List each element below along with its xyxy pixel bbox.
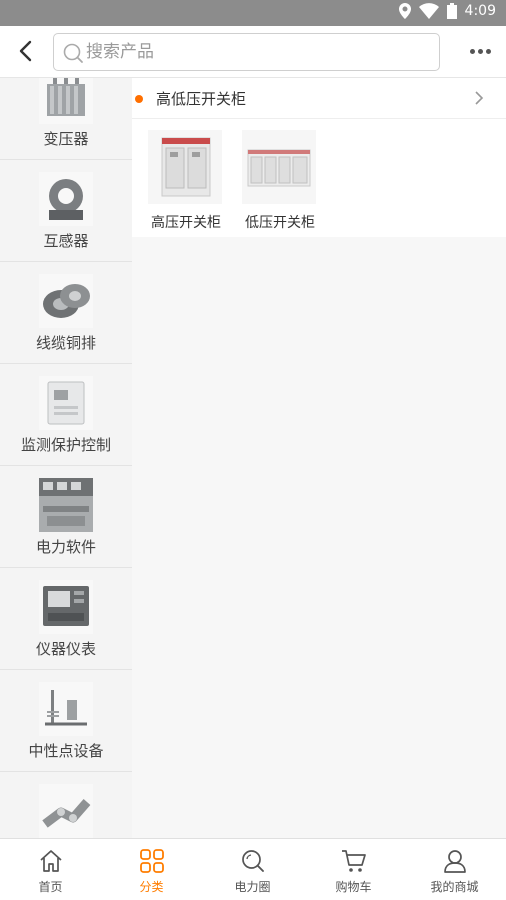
search-icon	[63, 43, 83, 63]
sidebar-item-label: 监测保护控制	[20, 436, 111, 454]
sidebar-item-label: 互感器	[43, 232, 89, 250]
insulator-icon	[39, 682, 93, 736]
subcategory-title: 高低压开关柜	[156, 90, 247, 108]
header-bar	[0, 26, 506, 78]
sidebar-item-label: 变压器	[43, 130, 89, 148]
protection-device-icon	[39, 376, 93, 430]
product-card-low-voltage[interactable]: 低压开关柜	[228, 119, 322, 237]
sidebar-item-label: 仪器仪表	[35, 640, 96, 658]
connector-icon	[39, 784, 93, 838]
user-icon	[444, 850, 466, 873]
tab-power-circle[interactable]: 电力圈	[202, 839, 303, 900]
subcategory-header[interactable]: 高低压开关柜	[132, 78, 506, 119]
meter-instrument-icon	[39, 580, 93, 634]
tab-category[interactable]: 分类	[101, 839, 202, 900]
category-grid-icon	[140, 849, 164, 873]
control-room-icon	[39, 478, 93, 532]
sidebar-item-instruments[interactable]: 仪器仪表	[0, 568, 132, 670]
sidebar-item-monitoring[interactable]: 监测保护控制	[0, 364, 132, 466]
tab-my-mall[interactable]: 我的商城	[404, 839, 505, 900]
tab-label: 首页	[38, 880, 63, 894]
tab-cart[interactable]: 购物车	[303, 839, 404, 900]
sidebar-item-power-software[interactable]: 电力软件	[0, 466, 132, 568]
transformer-icon	[39, 78, 93, 124]
back-button[interactable]	[14, 38, 40, 64]
sidebar-item-more[interactable]	[0, 772, 132, 838]
search-circle-icon	[242, 850, 264, 872]
sidebar-item-cables[interactable]: 线缆铜排	[0, 262, 132, 364]
status-time: 4:09	[464, 3, 496, 19]
more-options-button[interactable]	[470, 41, 492, 61]
search-box[interactable]	[53, 33, 440, 71]
sidebar-item-label: 中性点设备	[28, 742, 104, 760]
tab-home[interactable]: 首页	[0, 839, 101, 900]
bottom-tab-bar: 首页 分类 电力圈 购物车 我的商城	[0, 838, 506, 900]
switchgear-image	[242, 130, 316, 204]
sidebar-item-label: 线缆铜排	[35, 334, 96, 352]
wifi-icon	[418, 3, 439, 19]
bullet-dot-icon	[135, 95, 143, 103]
product-grid: 高压开关柜 低压开关柜	[132, 119, 506, 237]
cable-coil-icon	[39, 274, 93, 328]
battery-icon	[446, 3, 457, 19]
tab-label: 我的商城	[430, 880, 479, 894]
back-arrow-icon	[19, 40, 32, 62]
home-icon	[40, 850, 62, 872]
tab-label: 购物车	[335, 880, 372, 894]
status-bar: 4:09	[0, 0, 506, 26]
more-dot-icon	[470, 48, 475, 54]
chevron-right-icon	[475, 91, 484, 105]
sidebar-item-transformer-ct[interactable]: 互感器	[0, 160, 132, 262]
more-dot-icon	[478, 48, 483, 54]
sidebar-item-label: 电力软件	[35, 538, 96, 556]
tab-label: 分类	[139, 880, 164, 894]
category-sidebar: 变压器 互感器 线缆铜排 监测保护控制 电力软件 仪器仪表 中性点设备	[0, 78, 132, 838]
current-transformer-icon	[39, 172, 93, 226]
switchgear-image	[148, 130, 222, 204]
category-content: 高低压开关柜 高压开关柜 低压开关柜	[132, 78, 506, 838]
sidebar-item-transformer[interactable]: 变压器	[0, 78, 132, 160]
product-label: 高压开关柜	[151, 215, 221, 231]
location-icon	[398, 3, 411, 19]
product-card-high-voltage[interactable]: 高压开关柜	[134, 119, 228, 237]
search-input[interactable]	[86, 34, 426, 70]
cart-icon	[342, 850, 366, 872]
more-dot-icon	[486, 48, 491, 54]
tab-label: 电力圈	[234, 880, 271, 894]
sidebar-item-neutral-point[interactable]: 中性点设备	[0, 670, 132, 772]
product-label: 低压开关柜	[245, 215, 315, 231]
